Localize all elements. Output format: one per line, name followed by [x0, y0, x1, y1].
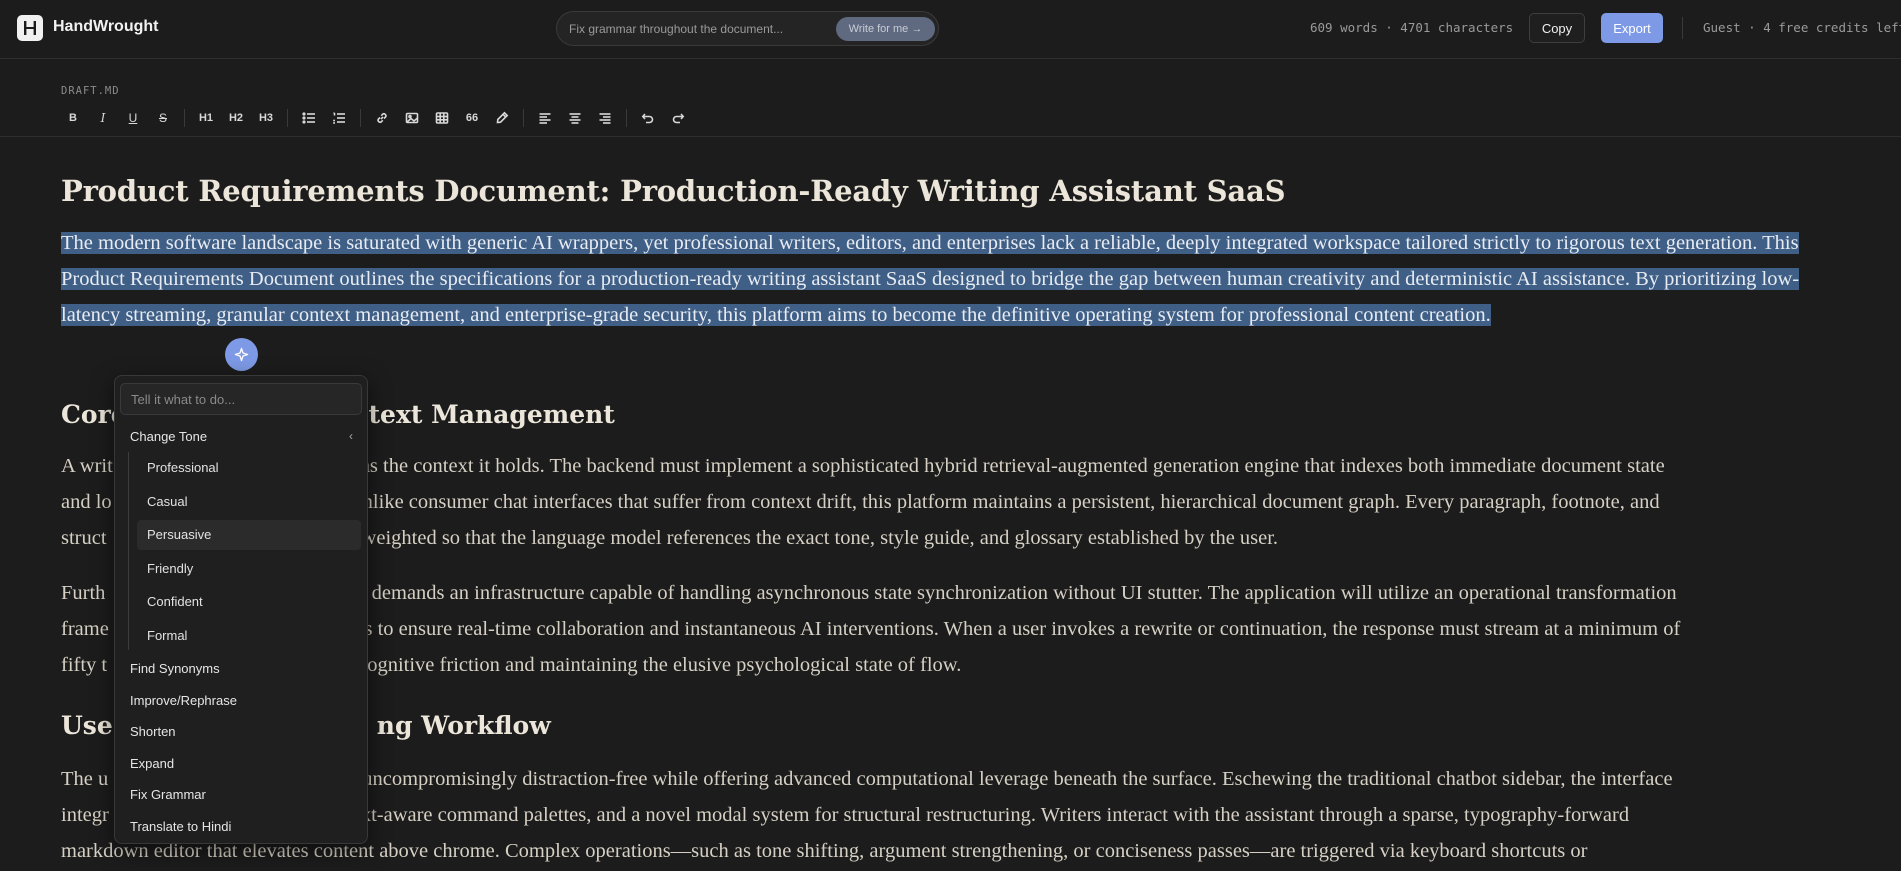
image-icon[interactable] [399, 105, 425, 131]
heading-text: Use [61, 711, 113, 740]
toolbar-separator [184, 109, 185, 127]
fix-grammar-item[interactable]: Fix Grammar [130, 787, 206, 802]
toolbar-separator [523, 109, 524, 127]
underline-button[interactable]: U [120, 105, 146, 131]
align-center-icon[interactable] [562, 105, 588, 131]
expand-item[interactable]: Expand [130, 756, 174, 771]
document-body[interactable]: Product Requirements Document: Productio… [61, 165, 1841, 862]
format-toolbar: B I U S H1 H2 H3 66 [60, 104, 695, 132]
toolbar-separator [360, 109, 361, 127]
word-count: 609 words · 4701 characters [1310, 20, 1514, 35]
shorten-item[interactable]: Shorten [130, 724, 176, 739]
chevron-left-icon: ‹ [349, 429, 353, 443]
toolbar-divider [0, 136, 1901, 137]
tone-casual[interactable]: Casual [137, 487, 361, 517]
selected-paragraph[interactable]: The modern software landscape is saturat… [61, 225, 1841, 333]
top-bar: HandWrought Write for me → 609 words · 4… [0, 0, 1901, 59]
write-for-me-button[interactable]: Write for me → [836, 17, 935, 41]
submenu-guide [128, 452, 129, 650]
h-logo-icon[interactable] [17, 15, 43, 41]
export-button[interactable]: Export [1601, 13, 1663, 43]
align-left-icon[interactable] [532, 105, 558, 131]
tone-formal[interactable]: Formal [137, 621, 361, 651]
translate-hindi-item[interactable]: Translate to Hindi [130, 819, 231, 834]
undo-icon[interactable] [635, 105, 661, 131]
strike-button[interactable]: S [150, 105, 176, 131]
find-synonyms-item[interactable]: Find Synonyms [130, 661, 220, 676]
numbered-list-icon[interactable] [326, 105, 352, 131]
document-title: Product Requirements Document: Productio… [61, 174, 1286, 208]
toolbar-separator [626, 109, 627, 127]
toolbar-separator [287, 109, 288, 127]
brand-name: HandWrought [53, 18, 159, 35]
bullet-list-icon[interactable] [296, 105, 322, 131]
ai-prompt-input[interactable] [120, 383, 362, 415]
heading-text: ng Workflow [376, 711, 551, 740]
highlighter-icon[interactable] [489, 105, 515, 131]
italic-button[interactable]: I [90, 105, 116, 131]
sparkle-icon [234, 347, 249, 362]
redo-icon[interactable] [665, 105, 691, 131]
command-bar: Write for me → [556, 11, 939, 46]
tone-professional[interactable]: Professional [137, 453, 361, 483]
tone-confident[interactable]: Confident [137, 587, 361, 617]
tone-persuasive[interactable]: Persuasive [137, 520, 361, 550]
h3-button[interactable]: H3 [253, 105, 279, 131]
guest-credits: Guest · 4 free credits left [1703, 20, 1901, 35]
table-icon[interactable] [429, 105, 455, 131]
tone-friendly[interactable]: Friendly [137, 554, 361, 584]
h1-button[interactable]: H1 [193, 105, 219, 131]
file-name: DRAFT.MD [61, 85, 120, 97]
link-icon[interactable] [369, 105, 395, 131]
header-divider [1682, 17, 1683, 39]
quote-icon[interactable]: 66 [459, 105, 485, 131]
align-right-icon[interactable] [592, 105, 618, 131]
bold-button[interactable]: B [60, 105, 86, 131]
text-selection: The modern software landscape is saturat… [61, 232, 1800, 326]
ai-assist-button[interactable] [225, 338, 258, 371]
copy-button[interactable]: Copy [1529, 13, 1585, 43]
change-tone-item[interactable]: Change Tone [130, 429, 207, 444]
improve-rephrase-item[interactable]: Improve/Rephrase [130, 693, 237, 708]
ai-command-menu: Change Tone ‹ Professional Casual Persua… [114, 375, 368, 844]
heading-text: ontext Management [333, 400, 615, 429]
command-input[interactable] [569, 20, 824, 38]
h2-button[interactable]: H2 [223, 105, 249, 131]
